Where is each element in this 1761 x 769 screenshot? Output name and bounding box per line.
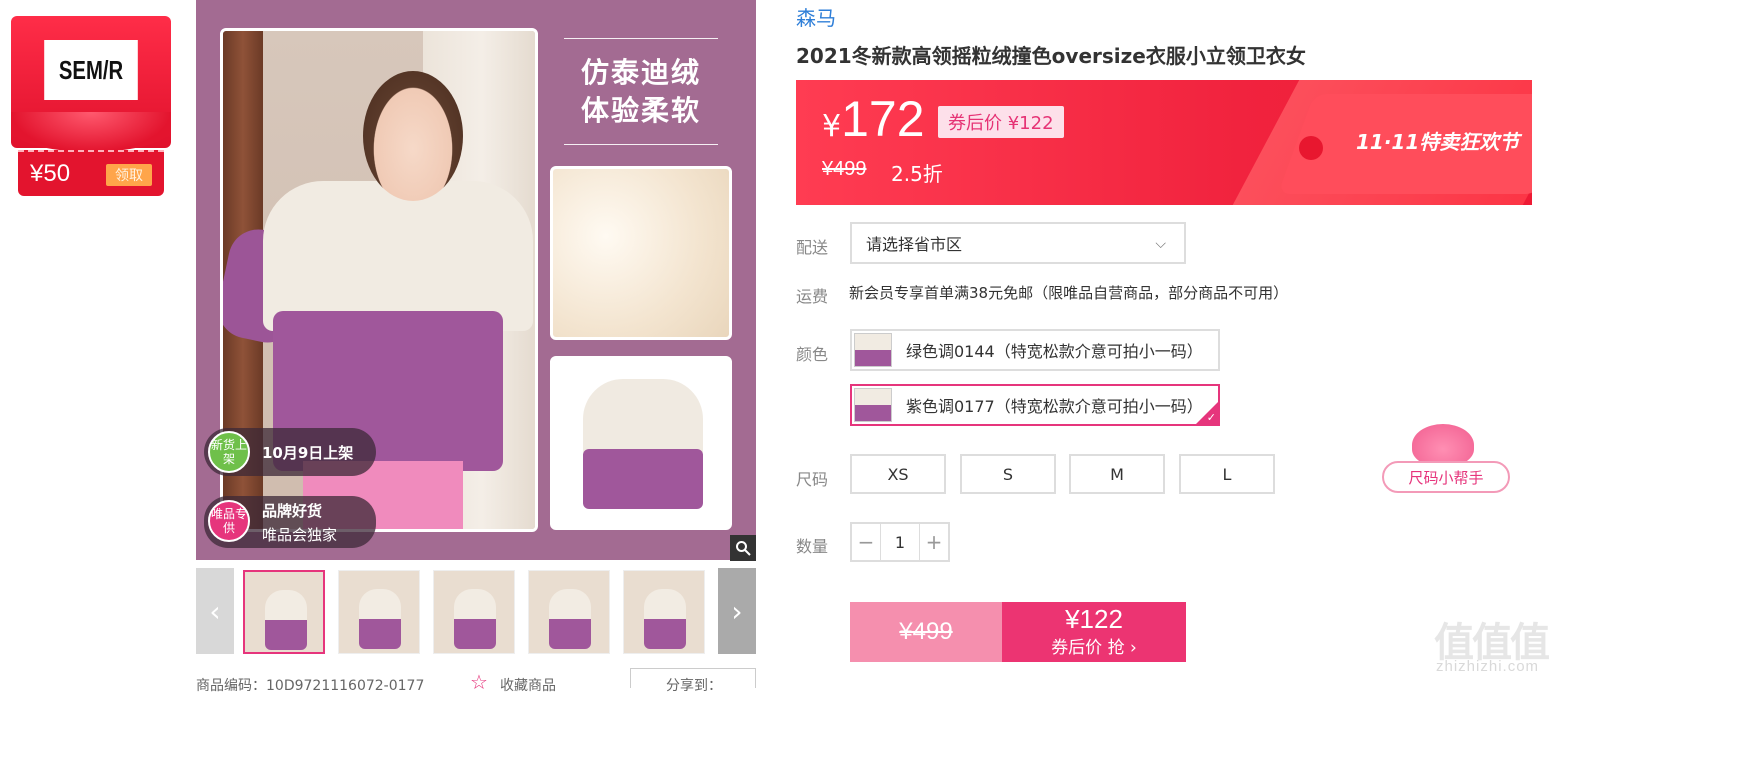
thumbnail-1[interactable] (243, 570, 325, 654)
magnifier-icon (736, 541, 751, 556)
buy-label: 券后价 抢 › (1051, 638, 1137, 658)
garment-top (583, 379, 703, 459)
chevron-right-icon: › (731, 594, 743, 628)
chevron-left-icon: ‹ (209, 594, 221, 628)
chevron-down-icon: ⌵ (1155, 236, 1166, 252)
claim-coupon-button[interactable]: 领取 (106, 164, 152, 186)
color-option-label: 绿色调0144（特宽松款介意可拍小一码） (906, 342, 1203, 361)
buy-price: ¥122 (1065, 604, 1123, 634)
after-coupon-badge: 券后价 ¥122 (938, 106, 1064, 138)
region-select[interactable]: 请选择省市区 ⌵ (850, 222, 1186, 264)
sku-code: 商品编码：10D9721116072-0177 (196, 678, 425, 694)
buy-original-price[interactable]: ¥499 (850, 602, 1002, 662)
thumbnail-4[interactable] (528, 570, 610, 654)
shipping-note: 新会员专享首单满38元免邮（限唯品自营商品，部分商品不可用） (849, 284, 1289, 302)
watermark-url: zhizhizhi.com (1436, 658, 1540, 675)
size-m-button[interactable]: M (1069, 454, 1165, 494)
brand-logo[interactable]: SEM/R (44, 40, 138, 100)
shipping-label: 运费 (796, 287, 829, 306)
star-icon[interactable]: ☆ (470, 670, 488, 694)
brand-link[interactable]: 森马 (796, 2, 836, 31)
quantity-value[interactable]: 1 (880, 524, 920, 560)
original-price: ¥499 (822, 158, 867, 180)
current-price-value: 172 (841, 91, 925, 147)
thumbnail-3[interactable] (433, 570, 515, 654)
color-option-label: 紫色调0177（特宽松款介意可拍小一码） (906, 397, 1203, 416)
quantity-increase-button[interactable]: + (920, 524, 948, 560)
color-swatch (854, 333, 892, 367)
color-option-green[interactable]: 绿色调0144（特宽松款介意可拍小一码） (850, 329, 1220, 371)
discount-rate: 2.5折 (891, 162, 943, 186)
size-l-button[interactable]: L (1179, 454, 1275, 494)
delivery-label: 配送 (796, 238, 829, 257)
coupon-amount: ¥50 (30, 160, 71, 187)
hero-headline: 仿泰迪绒 体验柔软 (566, 54, 716, 130)
hero-headline-line1: 仿泰迪绒 (580, 56, 701, 89)
buy-button[interactable]: ¥122 券后价 抢 › (1002, 602, 1186, 662)
fabric-detail-image (550, 166, 732, 340)
product-title: 2021冬新款高领摇粒绒撞色oversize衣服小立领卫衣女 (796, 44, 1306, 68)
color-label: 颜色 (796, 345, 829, 364)
price-banner: ¥172 券后价 ¥122 ¥499 2.5折 11·11特卖狂欢节 (796, 80, 1532, 205)
festival-label: 11·11特卖狂欢节 (1356, 130, 1520, 154)
color-option-purple[interactable]: 紫色调0177（特宽松款介意可拍小一码） ✓ (850, 384, 1220, 426)
thumbnail-next-button[interactable]: › (718, 568, 756, 654)
headline-rule-bottom (564, 144, 718, 145)
exclusive-icon: 唯品专供 (208, 500, 250, 542)
size-helper-button[interactable]: 尺码小帮手 (1382, 461, 1510, 493)
currency-symbol: ¥ (822, 109, 842, 144)
favorite-button[interactable]: 收藏商品 (500, 675, 556, 695)
exclusive-subtitle: 唯品会独家 (262, 526, 338, 544)
color-swatch (854, 388, 892, 422)
new-arrival-date: 10月9日上架 (262, 444, 354, 462)
headline-rule-top (564, 38, 718, 39)
exclusive-title: 品牌好货 (262, 502, 323, 520)
size-label: 尺码 (796, 470, 829, 489)
garment-bottom (583, 449, 703, 509)
quantity-label: 数量 (796, 537, 829, 556)
main-product-image: 仿泰迪绒 体验柔软 新货上架 10月9日上架 唯品专供 品牌好货 唯品会独家 (196, 0, 756, 560)
sweater-top (263, 181, 533, 331)
zoom-button[interactable] (730, 535, 756, 561)
size-s-button[interactable]: S (960, 454, 1056, 494)
current-price: ¥172 (822, 90, 925, 148)
share-label: 分享到： (666, 678, 722, 694)
thumbnail-prev-button[interactable]: ‹ (196, 568, 234, 654)
new-arrival-icon: 新货上架 (208, 431, 250, 473)
hero-headline-line2: 体验柔软 (580, 94, 701, 127)
model-head (363, 71, 463, 201)
quantity-stepper: − 1 + (850, 522, 950, 562)
region-select-value: 请选择省市区 (866, 235, 963, 254)
size-xs-button[interactable]: XS (850, 454, 946, 494)
quantity-decrease-button[interactable]: − (852, 524, 880, 560)
garment-detail-image (550, 356, 732, 530)
mascot-icon (1412, 424, 1474, 466)
banner-tag-hole (1299, 136, 1323, 160)
thumbnail-2[interactable] (338, 570, 420, 654)
thumbnail-5[interactable] (623, 570, 705, 654)
check-icon: ✓ (1206, 411, 1216, 424)
